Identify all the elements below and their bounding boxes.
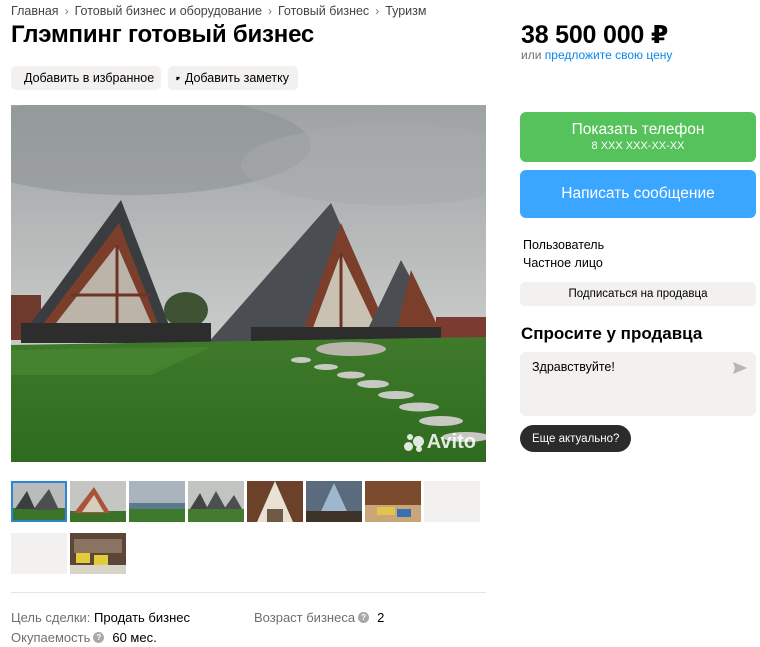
breadcrumb-tourism[interactable]: Туризм xyxy=(385,4,426,18)
offer-price-link[interactable]: предложите свою цену xyxy=(545,48,673,62)
add-to-favorites-button[interactable]: Добавить в избранное xyxy=(11,66,161,90)
ask-seller-input[interactable]: Здравствуйте! xyxy=(520,352,756,416)
offer-price: или предложите свою цену xyxy=(521,48,672,62)
chevron-right-icon: › xyxy=(267,4,272,18)
photo-thumbnail[interactable] xyxy=(70,533,126,574)
param-business-age-key: Возраст бизнеса xyxy=(254,610,356,625)
param-business-age: Возраст бизнеса ? 2 xyxy=(254,610,384,625)
subscribe-seller-label: Подписаться на продавца xyxy=(568,288,708,300)
photo-thumbnail[interactable] xyxy=(306,481,362,522)
ask-seller-title: Спросите у продавца xyxy=(521,324,703,343)
photo-thumbnail[interactable] xyxy=(188,481,244,522)
param-deal-purpose-value: Продать бизнес xyxy=(94,610,191,625)
avito-watermark-text: Avito xyxy=(426,431,476,453)
param-deal-purpose-key: Цель сделки: xyxy=(11,610,91,625)
avito-watermark: Avito xyxy=(403,431,476,454)
question-icon[interactable]: ? xyxy=(358,612,370,623)
subscribe-seller-button[interactable]: Подписаться на продавца xyxy=(520,282,756,306)
phone-masked: 8 XXX XXX-XX-XX xyxy=(591,140,685,152)
chevron-right-icon: › xyxy=(64,4,69,18)
add-note-button[interactable]: Добавить заметку xyxy=(168,66,298,90)
photo-thumbnail[interactable] xyxy=(365,481,421,522)
offer-prefix: или xyxy=(521,48,542,62)
ask-seller-message: Здравствуйте! xyxy=(532,360,615,374)
question-icon[interactable]: ? xyxy=(93,632,105,643)
avito-logo-icon xyxy=(403,433,424,452)
glamping-photo xyxy=(11,105,486,462)
main-photo[interactable]: Avito xyxy=(11,105,486,462)
photo-thumbnail[interactable] xyxy=(247,481,303,522)
param-deal-purpose: Цель сделки: Продать бизнес xyxy=(11,610,190,625)
breadcrumb-business-equipment[interactable]: Готовый бизнес и оборудование xyxy=(75,4,262,18)
page-title: Глэмпинг готовый бизнес xyxy=(11,21,315,48)
quick-question-label: Еще актуально? xyxy=(532,432,620,445)
write-message-label: Написать сообщение xyxy=(561,185,715,202)
photo-thumbnail[interactable] xyxy=(11,481,67,522)
photo-thumbnail-placeholder xyxy=(11,533,67,574)
chevron-right-icon: › xyxy=(375,4,380,18)
show-phone-button[interactable]: Показать телефон 8 XXX XXX-XX-XX xyxy=(520,112,756,162)
breadcrumb: Главная › Готовый бизнес и оборудование … xyxy=(11,4,427,18)
seller-name[interactable]: Пользователь xyxy=(523,238,604,252)
send-icon[interactable] xyxy=(733,362,747,374)
add-to-favorites-label: Добавить в избранное xyxy=(24,71,155,85)
breadcrumb-ready-business[interactable]: Готовый бизнес xyxy=(278,4,369,18)
divider xyxy=(11,592,486,593)
param-payback-value: 60 мес. xyxy=(112,630,157,645)
note-icon xyxy=(176,76,180,80)
price: 38 500 000 ₽ xyxy=(521,21,669,49)
seller-type: Частное лицо xyxy=(523,256,603,270)
photo-thumbnail-placeholder xyxy=(424,481,480,522)
show-phone-label: Показать телефон xyxy=(571,121,705,138)
param-business-age-value: 2 xyxy=(377,610,385,625)
photo-thumbnail[interactable] xyxy=(70,481,126,522)
param-payback: Окупаемость ? 60 мес. xyxy=(11,630,157,645)
add-note-label: Добавить заметку xyxy=(184,71,289,85)
write-message-button[interactable]: Написать сообщение xyxy=(520,170,756,218)
photo-thumbnail[interactable] xyxy=(129,481,185,522)
quick-question-button[interactable]: Еще актуально? xyxy=(520,425,632,452)
param-payback-key: Окупаемость xyxy=(11,630,91,645)
breadcrumb-home[interactable]: Главная xyxy=(11,4,59,18)
